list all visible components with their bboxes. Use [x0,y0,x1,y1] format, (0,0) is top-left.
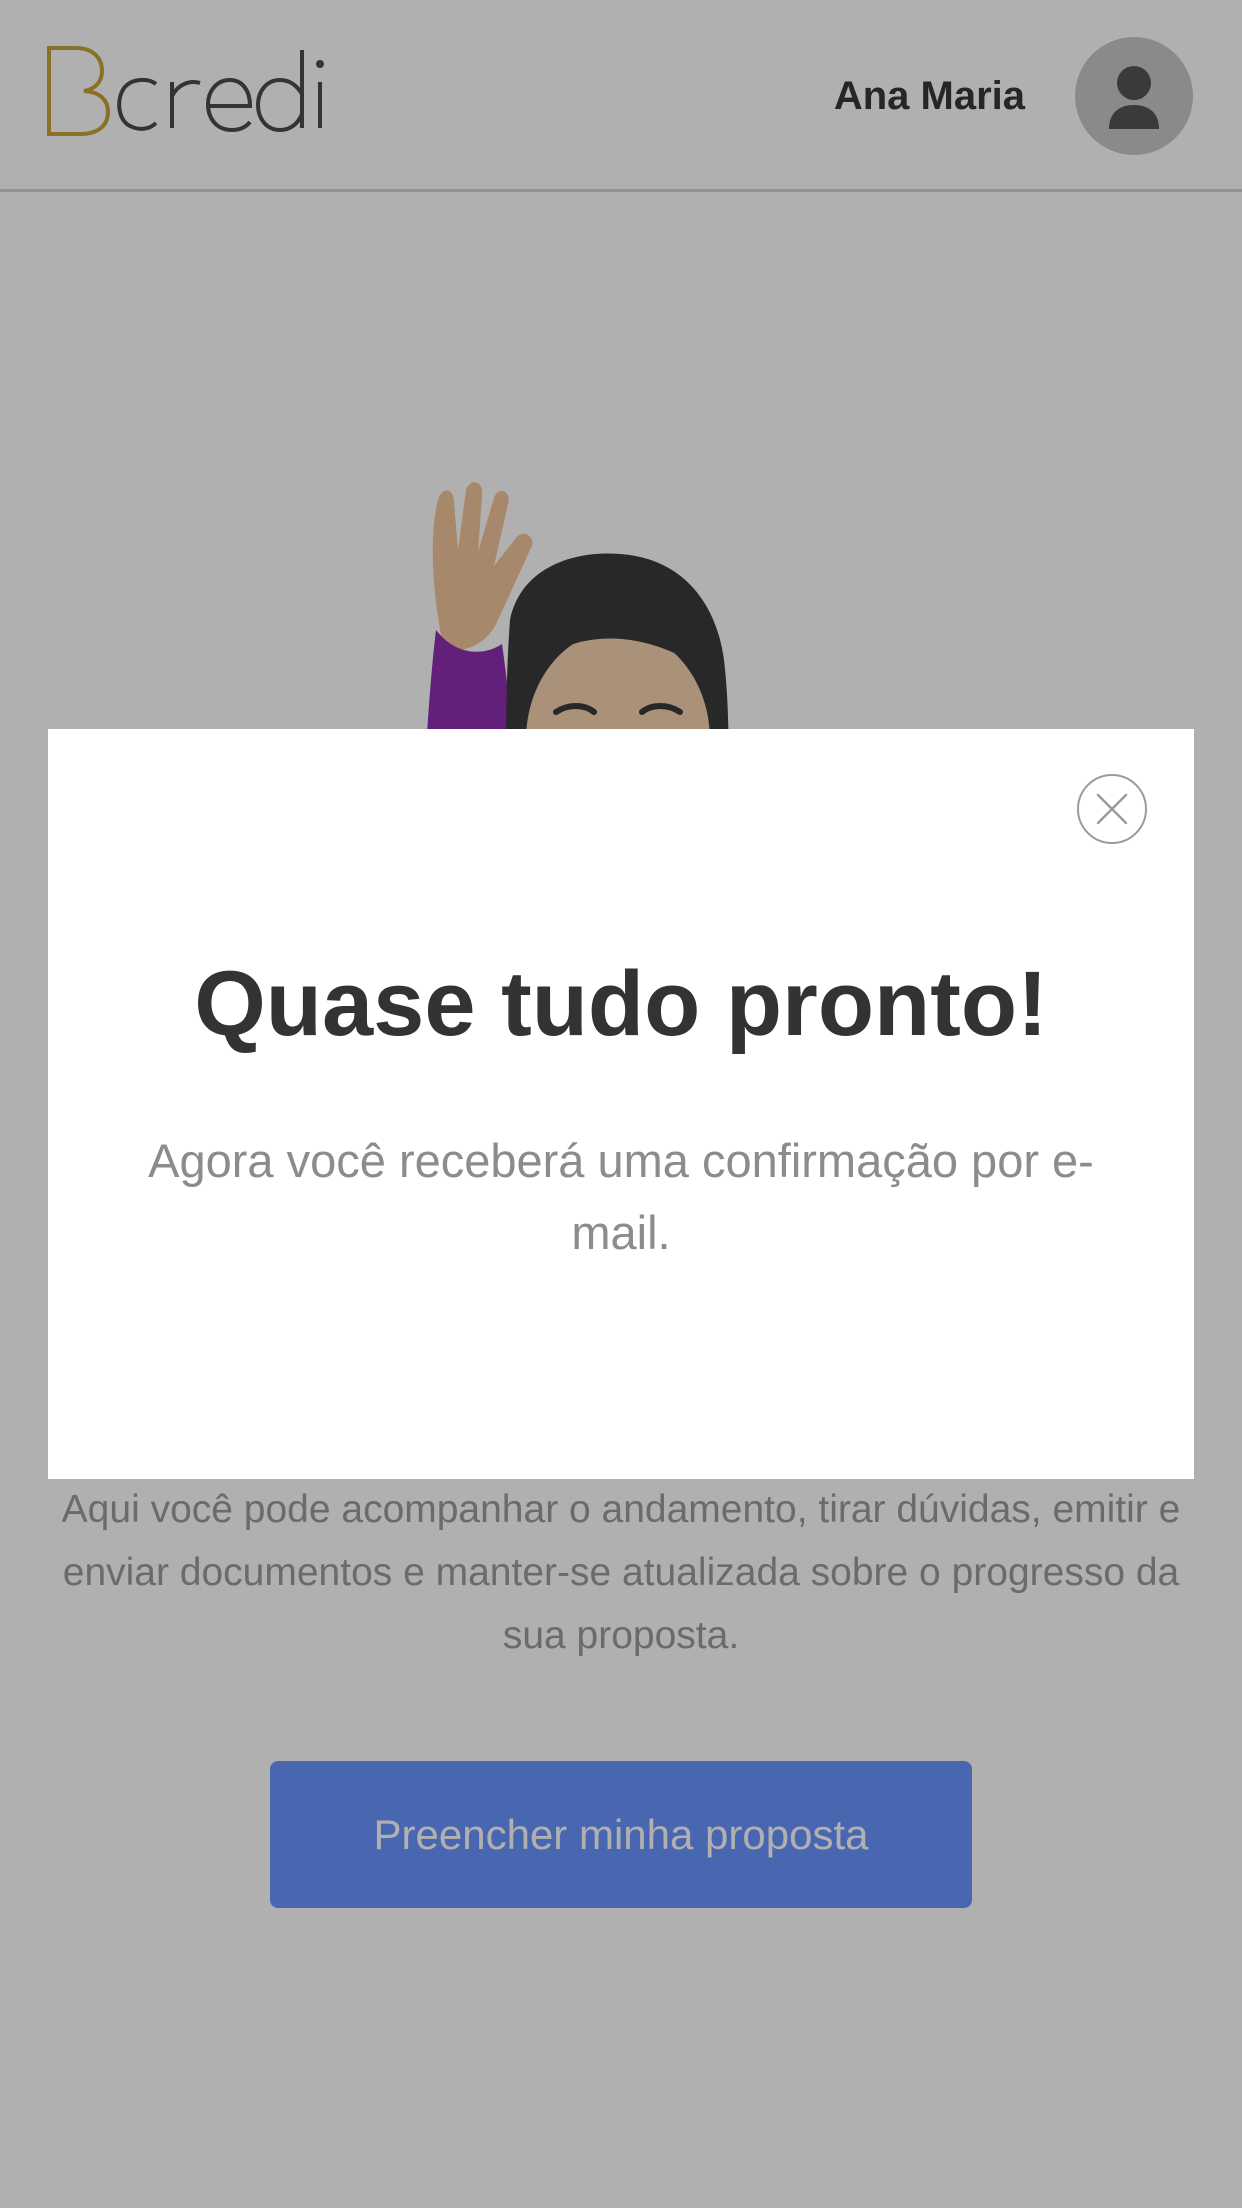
close-button[interactable] [1077,774,1147,844]
modal-message: Agora você receberá uma confirmação por … [148,1134,1094,1259]
close-icon [1096,793,1128,825]
confirmation-modal: Quase tudo pronto! Agora você receberá u… [48,729,1194,1479]
modal-title: Quase tudo pronto! [194,953,1048,1055]
